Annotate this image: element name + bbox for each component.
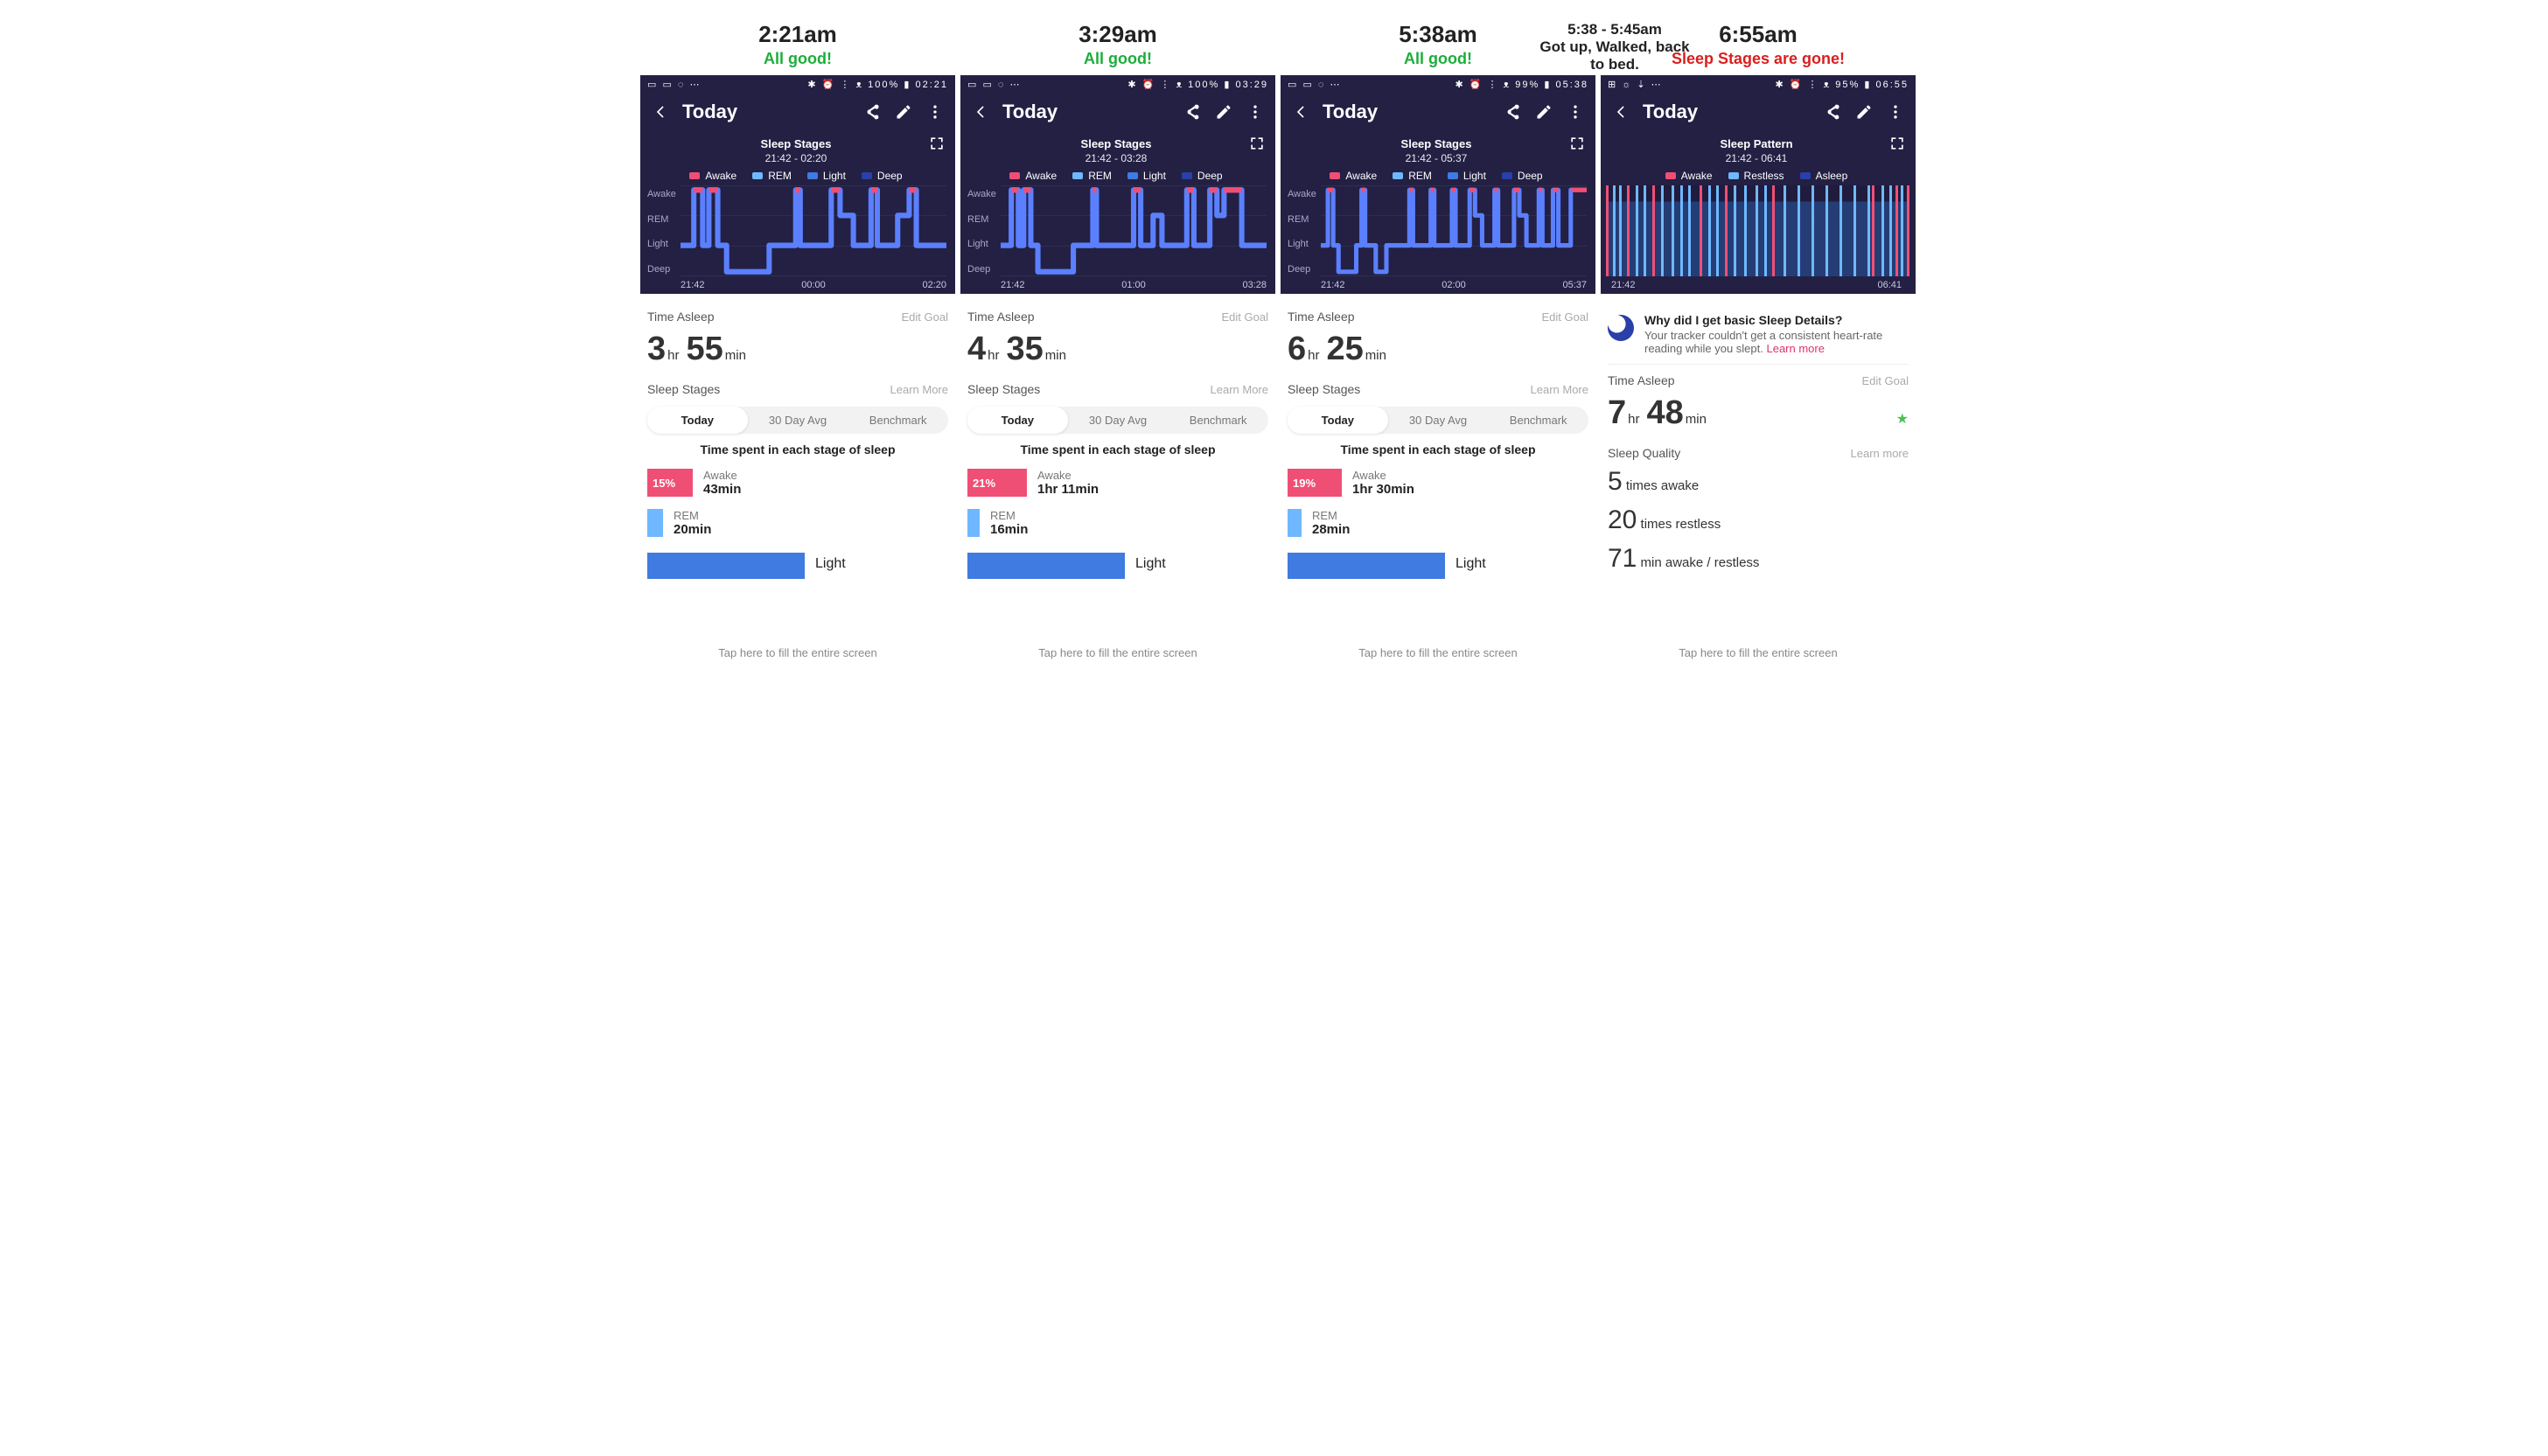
screenshot-2: ▭ ▭ ◌ ⋯✱ ⏰ ⋮ ᴥ 99% ▮ 05:38 Today Sleep S… (1281, 75, 1595, 663)
edit-icon[interactable] (894, 102, 913, 122)
header-sub-0: All good! (640, 50, 955, 68)
more-icon[interactable] (1566, 102, 1585, 122)
sleep-stages-label: Sleep Stages (647, 382, 720, 396)
share-icon[interactable] (1503, 102, 1522, 122)
y-axis: AwakeREM LightDeep (646, 185, 681, 290)
status-left: ▭ ▭ ◌ ⋯ (647, 79, 702, 90)
sleep-stage-chart[interactable]: 21:4200:0002:20 (681, 185, 946, 290)
star-icon: ★ (1896, 410, 1909, 428)
expand-icon[interactable] (1247, 134, 1267, 153)
more-icon[interactable] (925, 102, 945, 122)
tap-hint[interactable]: Tap here to fill the entire screen (1281, 643, 1595, 663)
segmented-control[interactable]: Today30 Day AvgBenchmark (1288, 407, 1588, 434)
status-right: ✱ ⏰ ⋮ ᴥ 100% ▮ 02:21 (807, 79, 948, 90)
screenshot-0: ▭ ▭ ◌ ⋯ ✱ ⏰ ⋮ ᴥ 100% ▮ 02:21 Today Sleep… (640, 75, 955, 663)
basic-details-info: Why did I get basic Sleep Details? Your … (1608, 310, 1909, 365)
light-bar (647, 553, 805, 579)
chart-range: 21:42 - 02:20 (646, 152, 946, 164)
share-icon[interactable] (862, 102, 882, 122)
status-bar: ▭ ▭ ◌ ⋯ ✱ ⏰ ⋮ ᴥ 100% ▮ 02:21 (640, 75, 955, 94)
segmented-control[interactable]: Today30 Day AvgBenchmark (967, 407, 1268, 434)
expand-icon[interactable] (1567, 134, 1587, 153)
time-asleep-label: Time Asleep (647, 310, 715, 324)
edit-goal-link[interactable]: Edit Goal (902, 310, 948, 324)
header-sub-1: All good! (960, 50, 1275, 68)
moon-icon (1608, 315, 1634, 341)
learn-more-link[interactable]: Learn more (1766, 342, 1824, 355)
back-icon[interactable] (1611, 102, 1630, 122)
legend: Awake REM Light Deep (646, 170, 946, 182)
edit-icon[interactable] (1534, 102, 1553, 122)
edit-goal-link[interactable]: Edit Goal (1222, 310, 1268, 324)
callout-line2: Got up, Walked, back to bed. (1536, 38, 1693, 73)
screenshot-3: ⊞ ☼ ⇣ ⋯✱ ⏰ ⋮ ᴥ 95% ▮ 06:55 Today Sleep P… (1601, 75, 1916, 663)
more-icon[interactable] (1246, 102, 1265, 122)
edit-goal-link[interactable]: Edit Goal (1542, 310, 1588, 324)
seg-today[interactable]: Today (647, 407, 748, 434)
more-icon[interactable] (1886, 102, 1905, 122)
expand-icon[interactable] (927, 134, 946, 153)
segmented-control[interactable]: Today 30 Day Avg Benchmark (647, 407, 948, 434)
header-time-0: 2:21am (640, 21, 955, 48)
share-icon[interactable] (1183, 102, 1202, 122)
share-icon[interactable] (1823, 102, 1842, 122)
awake-pct: 15% (647, 469, 693, 497)
stage-caption: Time spent in each stage of sleep (647, 442, 948, 456)
chart-title: Sleep Stages (646, 137, 946, 150)
back-icon[interactable] (971, 102, 990, 122)
page-title: Today (682, 101, 850, 123)
sleep-pattern-chart[interactable]: 21:4206:41 (1606, 185, 1907, 290)
back-icon[interactable] (651, 102, 670, 122)
edit-icon[interactable] (1854, 102, 1874, 122)
sleep-stage-chart[interactable]: 21:4202:0005:37 (1321, 185, 1587, 290)
time-asleep-value: 3hr55min (647, 331, 948, 368)
expand-icon[interactable] (1888, 134, 1907, 153)
sleep-stage-chart[interactable]: 21:4201:0003:28 (1001, 185, 1267, 290)
stage-row-awake: 15% Awake43min (647, 469, 948, 497)
learn-more-link[interactable]: Learn more (1851, 447, 1909, 460)
header-time-1: 3:29am (960, 21, 1275, 48)
rem-bar (647, 509, 663, 537)
tap-hint[interactable]: Tap here to fill the entire screen (960, 643, 1275, 663)
edit-icon[interactable] (1214, 102, 1233, 122)
tap-hint[interactable]: Tap here to fill the entire screen (640, 643, 955, 663)
sleep-quality-list: 5 times awake 20 times restless 71 min a… (1608, 467, 1909, 574)
callout-line1: 5:38 - 5:45am (1536, 21, 1693, 38)
back-icon[interactable] (1291, 102, 1310, 122)
edit-goal-link[interactable]: Edit Goal (1862, 374, 1909, 387)
screenshot-1: ▭ ▭ ◌ ⋯✱ ⏰ ⋮ ᴥ 100% ▮ 03:29 Today Sleep … (960, 75, 1275, 663)
stage-row-rem: REM20min (647, 509, 948, 537)
seg-30day[interactable]: 30 Day Avg (748, 407, 848, 434)
learn-more-link[interactable]: Learn More (890, 383, 948, 396)
learn-more-link[interactable]: Learn More (1531, 383, 1588, 396)
learn-more-link[interactable]: Learn More (1211, 383, 1268, 396)
tap-hint[interactable]: Tap here to fill the entire screen (1601, 643, 1916, 663)
seg-benchmark[interactable]: Benchmark (848, 407, 948, 434)
